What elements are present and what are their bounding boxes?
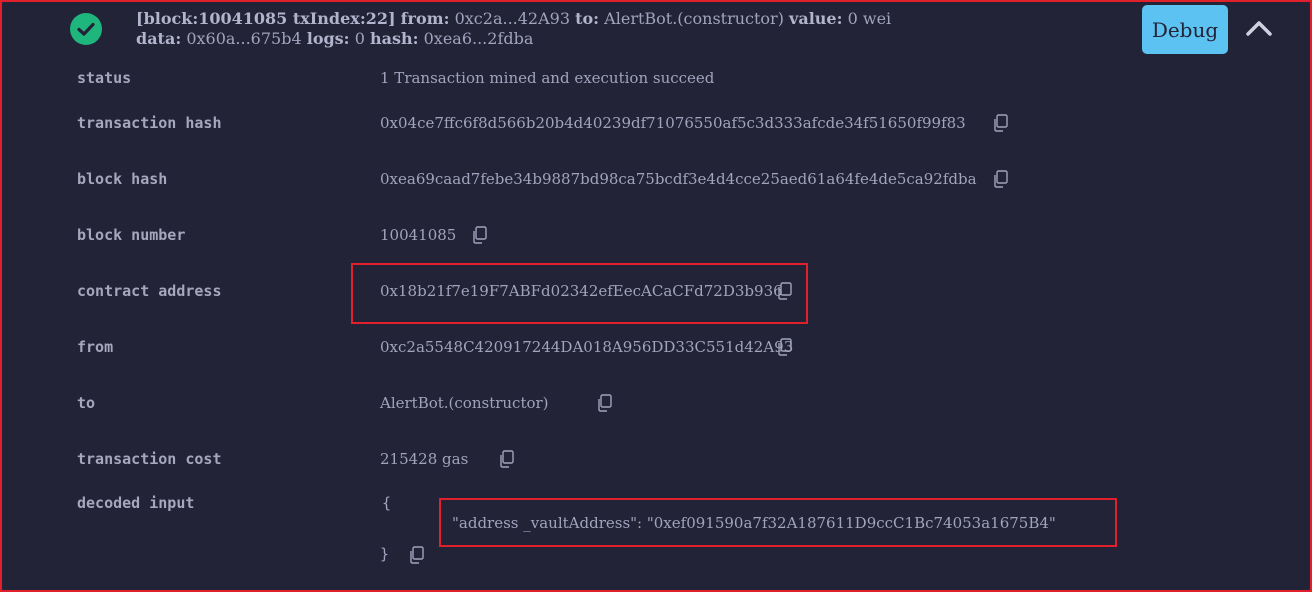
transaction-header[interactable]: [block:10041085 txIndex:22] from: 0xc2a.…: [0, 0, 1312, 60]
row-label-from: from: [77, 338, 114, 356]
row-value-to: AlertBot.(constructor): [380, 394, 549, 412]
row-label-block-number: block number: [77, 226, 186, 244]
highlight-box-contract-address: [351, 263, 808, 324]
chevron-up-icon[interactable]: [1244, 16, 1274, 40]
data-value: 0x60a...675b4: [186, 29, 302, 48]
debug-button[interactable]: Debug: [1142, 5, 1228, 54]
copy-icon[interactable]: [596, 394, 612, 412]
logs-label: logs:: [306, 29, 350, 48]
row-value-status: 1 Transaction mined and execution succee…: [380, 69, 715, 87]
header-line-1: [block:10041085 txIndex:22] from: 0xc2a.…: [136, 9, 891, 28]
row-value-transaction-cost: 215428 gas: [380, 450, 469, 468]
value-value: 0 wei: [847, 9, 892, 28]
copy-icon[interactable]: [408, 546, 424, 564]
logs-value: 0: [354, 29, 365, 48]
decoded-input-close-brace: }: [380, 545, 390, 563]
row-label-to: to: [77, 394, 96, 412]
row-label-decoded-input: decoded input: [77, 494, 195, 512]
row-value-block-number: 10041085: [380, 226, 457, 244]
hash-value: 0xea6...2fdba: [423, 29, 534, 48]
row-value-block-hash: 0xea69caad7febe34b9887bd98ca75bcdf3e4d4c…: [380, 170, 977, 188]
hash-label: hash:: [369, 29, 419, 48]
from-label: from:: [400, 9, 450, 28]
row-label-contract-address: contract address: [77, 282, 222, 300]
check-circle-icon: [70, 13, 102, 45]
data-label: data:: [136, 29, 182, 48]
to-value: AlertBot.(constructor): [604, 9, 784, 28]
copy-icon[interactable]: [471, 226, 487, 244]
row-value-transaction-hash: 0x04ce7ffc6f8d566b20b4d40239df71076550af…: [380, 114, 966, 132]
row-label-transaction-hash: transaction hash: [77, 114, 222, 132]
copy-icon[interactable]: [776, 338, 792, 356]
copy-icon[interactable]: [992, 114, 1008, 132]
row-label-status: status: [77, 69, 132, 87]
block-index: [block:10041085 txIndex:22]: [136, 9, 396, 28]
row-label-block-hash: block hash: [77, 170, 168, 188]
decoded-input-open-brace: {: [382, 494, 392, 512]
to-label: to:: [575, 9, 600, 28]
from-value: 0xc2a...42A93: [454, 9, 571, 28]
row-value-from: 0xc2a5548C420917244DA018A956DD33C551d42A…: [380, 338, 794, 356]
row-label-transaction-cost: transaction cost: [77, 450, 222, 468]
decoded-input-parameter: "address _vaultAddress": "0xef091590a7f3…: [452, 514, 1056, 532]
header-line-2: data: 0x60a...675b4 logs: 0 hash: 0xea6.…: [136, 29, 533, 48]
value-label: value:: [789, 9, 843, 28]
copy-icon[interactable]: [498, 450, 514, 468]
copy-icon[interactable]: [992, 170, 1008, 188]
